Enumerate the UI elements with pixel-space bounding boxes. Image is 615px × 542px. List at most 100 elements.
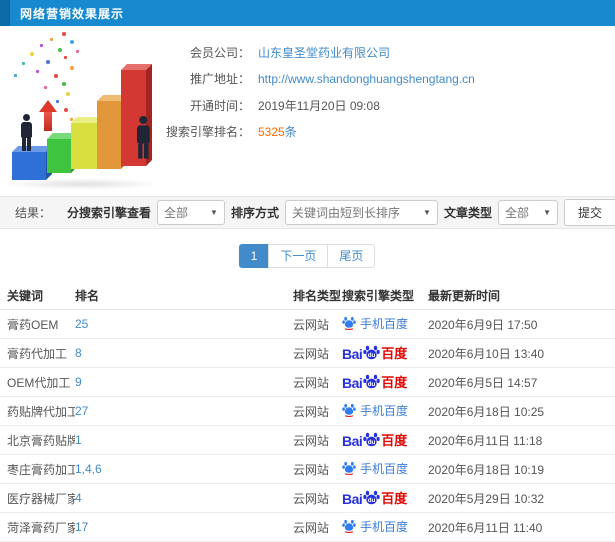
table-row: 菏泽膏药厂家 17 云网站 手机百度 2020年6月11日 11:40 — [0, 512, 615, 542]
filter-bar: 结果： 分搜索引擎查看 全部 ▼ 排序方式 关键词由短到长排序 ▼ 文章类型 全… — [0, 196, 615, 229]
bar-green — [47, 139, 71, 173]
baidu-logo-bai: Bai — [342, 345, 363, 362]
baidu-logo-bai: Bai — [342, 432, 363, 449]
cell-rank[interactable]: 17 — [75, 512, 293, 542]
results-table: 关键词 排名 排名类型 搜索引擎类型 最新更新时间 膏药OEM 25 云网站 手… — [0, 281, 615, 542]
baidu-logo: Bai du 百度 — [342, 374, 407, 390]
cell-engine: 手机百度 — [342, 454, 428, 484]
bar-orange — [97, 101, 121, 169]
cell-rank[interactable]: 27 — [75, 396, 293, 426]
col-rank-type: 排名类型 — [293, 281, 342, 310]
table-row: 枣庄膏药加工 1,4,6 云网站 手机百度 2020年6月18日 10:19 — [0, 454, 615, 484]
rank-count-value: 5325 — [258, 124, 285, 139]
cell-rank-type: 云网站 — [293, 367, 342, 397]
cell-keyword: 药贴牌代加工 — [0, 396, 75, 426]
engine-mobile-label: 手机百度 — [360, 316, 409, 331]
info-row-rank-count: 搜索引擎排名： 5325 条 — [140, 119, 475, 146]
mobile-baidu-icon — [342, 404, 356, 418]
cell-updated: 2020年6月18日 10:25 — [428, 396, 615, 426]
company-label: 会员公司： — [189, 45, 250, 60]
engine-select[interactable]: 全部 ▼ — [156, 200, 225, 225]
cell-rank[interactable]: 1,4,6 — [75, 454, 293, 484]
mobile-baidu-icon — [342, 462, 356, 476]
cell-engine: Bai du 百度 — [342, 338, 428, 368]
baidu-paw-icon: du — [363, 432, 380, 446]
cell-rank[interactable]: 8 — [75, 338, 293, 368]
cell-keyword: 膏药OEM — [0, 309, 75, 339]
cell-rank[interactable]: 4 — [75, 483, 293, 513]
cell-rank-type: 云网站 — [293, 483, 342, 513]
info-section: 会员公司： 山东皇圣堂药业有限公司 推广地址： http://www.shand… — [0, 26, 615, 196]
cell-updated: 2020年6月5日 14:57 — [428, 367, 615, 397]
article-type-select[interactable]: 全部 ▼ — [497, 200, 558, 225]
baidu-logo-name: 百度 — [381, 345, 408, 361]
sort-filter-label: 排序方式 — [230, 206, 279, 220]
cell-rank[interactable]: 9 — [75, 367, 293, 397]
cell-rank-type: 云网站 — [293, 425, 342, 455]
table-row: 医疗器械厂家 4 云网站 Bai du 百度 2020年5月29日 10:32 — [0, 483, 615, 513]
rank-count-unit: 条 — [284, 125, 297, 140]
svg-text:du: du — [368, 496, 376, 503]
table-row: 膏药OEM 25 云网站 手机百度 2020年6月9日 17:50 — [0, 309, 615, 339]
engine-mobile-label: 手机百度 — [360, 461, 409, 476]
opened-label: 开通时间： — [189, 98, 250, 113]
col-updated: 最新更新时间 — [428, 281, 615, 310]
pagination: 1 下一页 尾页 — [0, 244, 615, 268]
last-page-button[interactable]: 尾页 — [327, 244, 376, 268]
cell-updated: 2020年6月11日 11:40 — [428, 512, 615, 542]
table-row: 膏药代加工 8 云网站 Bai du 百度 2020年6月10日 13:40 — [0, 338, 615, 368]
baidu-paw-icon: du — [363, 490, 380, 504]
mobile-baidu-icon — [342, 317, 356, 331]
company-link[interactable]: 山东皇圣堂药业有限公司 — [258, 44, 390, 61]
mobile-baidu-icon — [342, 520, 356, 534]
cell-rank[interactable]: 1 — [75, 425, 293, 455]
next-page-button[interactable]: 下一页 — [268, 244, 329, 268]
table-row: 北京膏药贴牌 1 云网站 Bai du 百度 2020年6月11日 11:18 — [0, 425, 615, 455]
titlebar-accent — [0, 0, 10, 26]
cell-rank-type: 云网站 — [293, 512, 342, 542]
svg-text:du: du — [368, 438, 376, 445]
cell-rank-type: 云网站 — [293, 396, 342, 426]
table-row: OEM代加工 9 云网站 Bai du 百度 2020年6月5日 14:57 — [0, 367, 615, 397]
page-button-current[interactable]: 1 — [238, 244, 270, 268]
cell-engine: Bai du 百度 — [342, 483, 428, 513]
company-info: 会员公司： 山东皇圣堂药业有限公司 推广地址： http://www.shand… — [140, 39, 475, 145]
engine-mobile: 手机百度 — [342, 315, 408, 332]
cell-engine: 手机百度 — [342, 396, 428, 426]
sort-select-value: 关键词由短到长排序 — [291, 206, 400, 220]
engine-mobile: 手机百度 — [342, 460, 408, 477]
cell-updated: 2020年6月10日 13:40 — [428, 338, 615, 368]
baidu-logo-name: 百度 — [381, 374, 408, 390]
submit-button[interactable]: 提交 — [563, 199, 615, 226]
col-keyword: 关键词 — [0, 281, 75, 310]
engine-mobile: 手机百度 — [342, 518, 408, 535]
promotion-url-link[interactable]: http://www.shandonghuangshengtang.cn — [258, 72, 475, 86]
cell-updated: 2020年6月18日 10:19 — [428, 454, 615, 484]
sort-select[interactable]: 关键词由短到长排序 ▼ — [284, 200, 438, 225]
baidu-logo: Bai du 百度 — [342, 345, 407, 361]
cell-rank[interactable]: 25 — [75, 309, 293, 339]
chevron-down-icon: ▼ — [210, 208, 218, 217]
page-title: 网络营销效果展示 — [20, 6, 125, 21]
engine-select-value: 全部 — [163, 206, 188, 220]
opened-value: 2019年11月20日 09:08 — [258, 98, 380, 113]
article-type-value: 全部 — [504, 206, 529, 220]
baidu-paw-icon: du — [363, 345, 380, 359]
baidu-logo-name: 百度 — [381, 490, 408, 506]
table-header-row: 关键词 排名 排名类型 搜索引擎类型 最新更新时间 — [0, 281, 615, 310]
cell-engine: 手机百度 — [342, 512, 428, 542]
baidu-logo-bai: Bai — [342, 490, 363, 507]
svg-text:du: du — [368, 380, 376, 387]
businessman-figure-left — [21, 114, 32, 151]
engine-mobile-label: 手机百度 — [360, 519, 409, 534]
info-row-url: 推广地址： http://www.shandonghuangshengtang.… — [140, 66, 475, 93]
engine-filter-label: 分搜索引擎查看 — [66, 206, 151, 220]
cell-rank-type: 云网站 — [293, 309, 342, 339]
cell-keyword: 枣庄膏药加工 — [0, 454, 75, 484]
cell-updated: 2020年6月9日 17:50 — [428, 309, 615, 339]
svg-text:du: du — [368, 351, 376, 358]
up-arrow-icon — [39, 100, 57, 131]
chevron-down-icon: ▼ — [423, 208, 431, 217]
rank-count-label: 搜索引擎排名： — [165, 125, 250, 140]
baidu-logo: Bai du 百度 — [342, 432, 407, 448]
